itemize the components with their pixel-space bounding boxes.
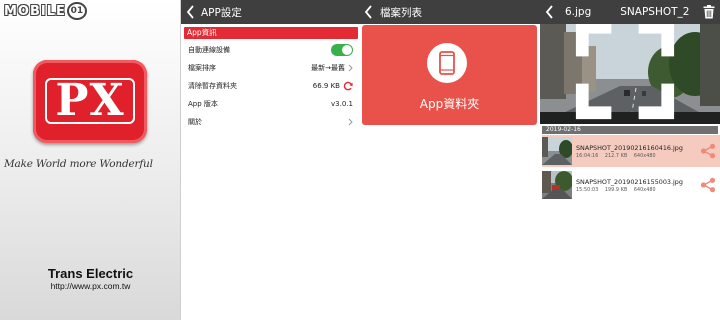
watermark-text: MOBILE	[4, 3, 66, 19]
mobile01-watermark: MOBILE 01	[4, 2, 87, 20]
viewer-title-right: SNAPSHOT_2	[620, 6, 690, 18]
chevron-left-icon	[545, 5, 553, 19]
file-info: SNAPSHOT_20190216160416.jpg 16:04:16 212…	[576, 144, 700, 159]
share-icon[interactable]	[700, 143, 716, 159]
setting-label: 自動連線設備	[188, 46, 230, 54]
setting-label: 清除暫存資料夾	[188, 82, 237, 90]
setting-auto-connect[interactable]: 自動連線設備	[181, 41, 359, 59]
cache-size-value: 66.9 KB	[312, 82, 340, 90]
file-time: 16:04:16	[576, 153, 599, 159]
setting-label: 檔案排序	[188, 64, 216, 72]
file-meta: 15:50:03 199.9 KB 640x480	[576, 188, 700, 193]
file-list-item[interactable]: SNAPSHOT_20190216160416.jpg 16:04:16 212…	[542, 135, 720, 167]
files-title: 檔案列表	[380, 6, 422, 19]
viewer-header: 6.jpg SNAPSHOT_2	[540, 0, 720, 24]
section-header-app-info: App資訊	[184, 27, 358, 39]
trash-icon[interactable]	[703, 5, 715, 19]
settings-title: APP設定	[201, 6, 242, 19]
chevron-left-icon	[364, 5, 372, 19]
file-name: SNAPSHOT_20190216160416.jpg	[576, 143, 683, 152]
files-header: 檔案列表	[359, 0, 540, 24]
file-thumbnail	[542, 137, 572, 165]
setting-label: App 版本	[188, 100, 218, 108]
brand-slogan: Make World more Wonderful	[4, 158, 153, 170]
viewer-back-button[interactable]	[540, 0, 558, 24]
file-size: 199.9 KB	[604, 187, 628, 193]
setting-clear-cache[interactable]: 清除暫存資料夾 66.9 KB	[181, 77, 359, 95]
file-thumbnail	[542, 171, 572, 199]
chevron-right-icon	[348, 64, 353, 72]
file-resolution: 640x480	[633, 187, 656, 193]
files-panel: App資料夾	[359, 24, 540, 320]
folder-icon-circle	[427, 43, 467, 83]
share-icon[interactable]	[700, 177, 716, 193]
file-meta: 16:04:16 212.7 KB 640x480	[576, 154, 700, 159]
watermark-badge: 01	[66, 2, 87, 20]
date-group-header: 2019-02-16	[542, 126, 718, 134]
app-folder-button[interactable]: App資料夾	[362, 25, 537, 125]
app-folder-label: App資料夾	[419, 97, 480, 111]
file-sort-value: 最新→最舊	[311, 64, 345, 72]
phone-icon	[439, 51, 455, 75]
files-back-button[interactable]	[359, 0, 377, 24]
chevron-right-icon	[348, 118, 353, 126]
setting-value: 66.9 KB	[313, 81, 353, 91]
settings-header: APP設定	[181, 0, 359, 24]
settings-panel: App資訊 自動連線設備 檔案排序 最新→最舊 清除暫存資料夾 66.9 KB …	[181, 24, 359, 320]
viewer-panel: 2019-02-16 SNAPSHOT_20190216160416.jpg 1…	[540, 24, 720, 320]
setting-app-version: App 版本 v3.0.1	[181, 95, 359, 113]
brand-panel: MOBILE 01 PX Make World more Wonderful T…	[0, 0, 181, 320]
setting-about[interactable]: 關於	[181, 113, 359, 131]
app-version-value: v3.0.1	[331, 100, 353, 108]
chevron-left-icon	[186, 5, 194, 19]
file-info: SNAPSHOT_20190216155003.jpg 15:50:03 199…	[576, 178, 700, 193]
file-list-item[interactable]: SNAPSHOT_20190216155003.jpg 15:50:03 199…	[542, 169, 720, 201]
px-logo: PX	[33, 60, 147, 143]
company-url: http://www.px.com.tw	[50, 281, 131, 291]
fullscreen-icon[interactable]	[540, 24, 715, 120]
viewer-filename: 6.jpg	[565, 6, 592, 18]
file-resolution: 640x480	[633, 153, 656, 159]
company-name: Trans Electric	[47, 266, 134, 281]
px-logo-text: PX	[55, 75, 125, 126]
refresh-icon[interactable]	[343, 81, 353, 91]
file-name: SNAPSHOT_20190216155003.jpg	[576, 177, 683, 186]
file-time: 15:50:03	[576, 187, 599, 193]
setting-label: 關於	[188, 118, 202, 126]
settings-back-button[interactable]	[181, 0, 199, 24]
setting-value: 最新→最舊	[311, 63, 353, 73]
photo-preview[interactable]	[540, 24, 720, 124]
setting-file-sort[interactable]: 檔案排序 最新→最舊	[181, 59, 359, 77]
file-size: 212.7 KB	[604, 153, 628, 159]
auto-connect-toggle[interactable]	[331, 44, 353, 56]
